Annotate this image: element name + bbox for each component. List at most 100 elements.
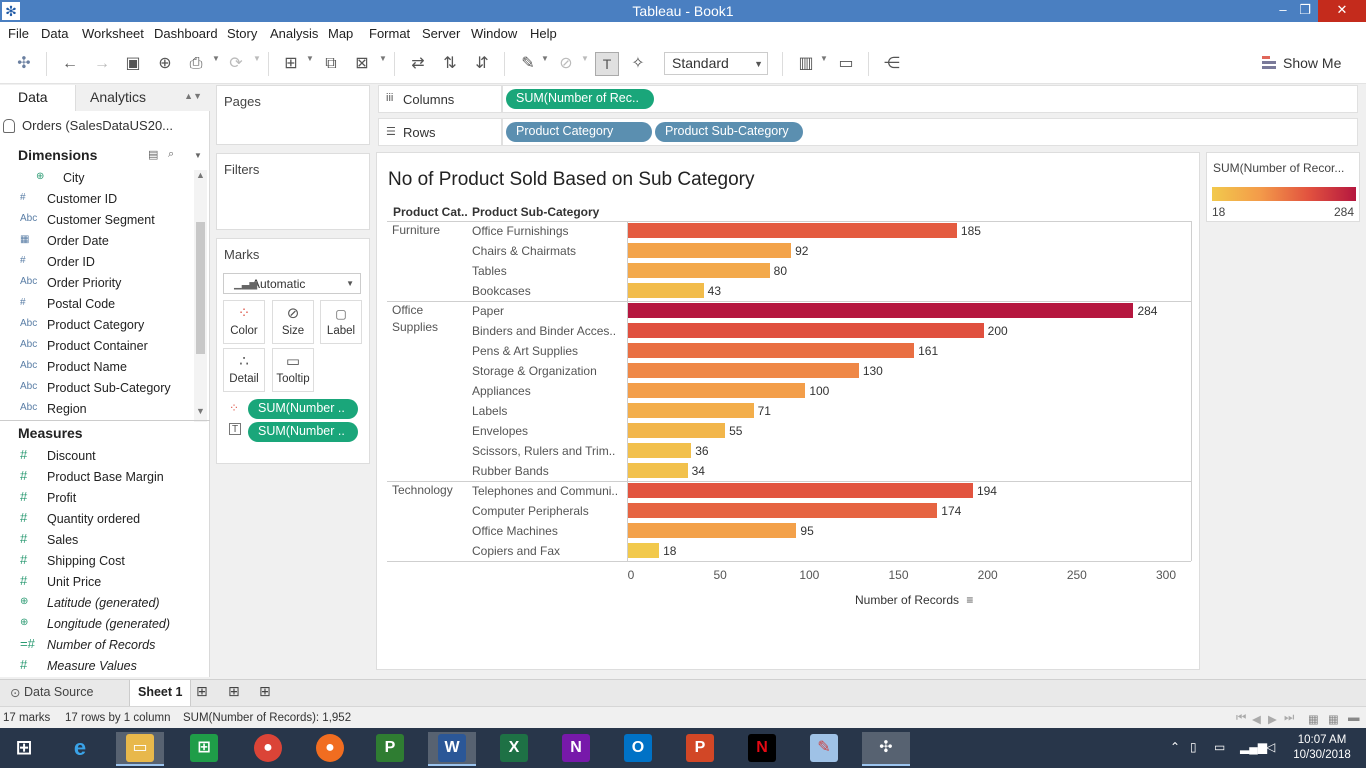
volume-icon[interactable]: ◁ xyxy=(1266,740,1275,754)
field-measure-values[interactable]: # Measure Values xyxy=(20,656,198,676)
scroll-thumb[interactable] xyxy=(196,222,205,354)
tray-device-icon[interactable]: ▯ xyxy=(1190,740,1197,754)
tableau-taskbar-icon[interactable]: ✣ xyxy=(862,732,910,766)
show-filmstrip-icon[interactable]: ▦ xyxy=(1308,712,1319,726)
field-product-sub-category[interactable]: Abc Product Sub-Category xyxy=(20,378,198,398)
first-sheet-icon[interactable]: ⏮ xyxy=(1236,712,1246,725)
subcategory-label[interactable]: Labels xyxy=(472,404,626,418)
color-pill[interactable]: SUM(Number .. xyxy=(248,399,358,419)
battery-icon[interactable]: ▭ xyxy=(1214,740,1225,754)
bar[interactable] xyxy=(627,283,704,298)
category-label[interactable]: Office Supplies xyxy=(392,302,438,336)
show-sheet-sorter-icon[interactable]: ▦ xyxy=(1328,712,1339,726)
rows-pill-category[interactable]: Product Category xyxy=(506,122,652,142)
menu-worksheet[interactable]: Worksheet xyxy=(82,26,144,41)
subcategory-label[interactable]: Appliances xyxy=(472,384,626,398)
field-longitude-generated[interactable]: ⊕ Longitude (generated) xyxy=(20,614,198,634)
field-postal-code[interactable]: # Postal Code xyxy=(20,294,198,314)
chevron-down-icon[interactable]: ▼ xyxy=(194,151,202,160)
last-sheet-icon[interactable]: ⏭ xyxy=(1284,712,1294,725)
field-product-base-margin[interactable]: # Product Base Margin xyxy=(20,467,198,487)
bar[interactable] xyxy=(627,443,692,458)
pause-updates-icon[interactable]: ⎙ xyxy=(184,52,208,76)
sort-ascending-icon[interactable]: ⇅ xyxy=(438,52,462,76)
undo-icon[interactable]: ← xyxy=(58,52,82,76)
bar[interactable] xyxy=(627,263,770,278)
field-discount[interactable]: # Discount xyxy=(20,446,198,466)
subcategory-label[interactable]: Chairs & Chairmats xyxy=(472,244,626,258)
field-product-category[interactable]: Abc Product Category xyxy=(20,315,198,335)
field-number-of-records[interactable]: =# Number of Records xyxy=(20,635,198,655)
new-data-source-icon[interactable]: ⊕ xyxy=(153,52,177,76)
chevron-down-icon[interactable]: ▼ xyxy=(253,54,261,63)
detail-button[interactable]: ∴ Detail xyxy=(223,348,265,392)
clear-sheet-icon[interactable]: ⊠ xyxy=(350,52,374,76)
field-profit[interactable]: # Profit xyxy=(20,488,198,508)
menu-analysis[interactable]: Analysis xyxy=(270,26,318,41)
field-order-priority[interactable]: Abc Order Priority xyxy=(20,273,198,293)
chevron-down-icon[interactable]: ▼ xyxy=(212,54,220,63)
chevron-down-icon[interactable]: ▼ xyxy=(306,54,314,63)
view-list-icon[interactable]: ▤ xyxy=(148,148,158,161)
subcategory-label[interactable]: Telephones and Communi.. xyxy=(472,484,626,498)
bar[interactable] xyxy=(627,463,688,478)
word-icon[interactable]: W xyxy=(428,732,476,766)
close-icon[interactable]: ✕ xyxy=(1318,0,1366,22)
bar[interactable] xyxy=(627,503,938,518)
label-pill[interactable]: SUM(Number .. xyxy=(248,422,358,442)
menu-window[interactable]: Window xyxy=(471,26,517,41)
header-product-subcategory[interactable]: Product Sub-Category xyxy=(472,205,599,219)
windows-start-icon[interactable]: ⊞ xyxy=(0,732,48,766)
chevron-down-icon[interactable]: ▼ xyxy=(541,54,549,63)
bar[interactable] xyxy=(627,423,726,438)
subcategory-label[interactable]: Paper xyxy=(472,304,626,318)
prev-sheet-icon[interactable]: ◀ xyxy=(1252,712,1261,726)
duplicate-sheet-icon[interactable]: ⧉ xyxy=(319,52,343,76)
color-legend[interactable]: SUM(Number of Recor... 18 284 xyxy=(1206,152,1360,222)
new-worksheet-icon[interactable]: ⊞ xyxy=(196,683,208,700)
internet-explorer-icon[interactable]: e xyxy=(56,732,104,766)
columns-pill[interactable]: SUM(Number of Rec.. xyxy=(506,89,654,109)
refresh-icon[interactable]: ⟳ xyxy=(224,52,248,76)
data-source-item[interactable]: Orders (SalesDataUS20... xyxy=(3,118,173,133)
subcategory-label[interactable]: Scissors, Rulers and Trim.. xyxy=(472,444,626,458)
next-sheet-icon[interactable]: ▶ xyxy=(1268,712,1277,726)
field-customer-id[interactable]: # Customer ID xyxy=(20,189,198,209)
field-product-container[interactable]: Abc Product Container xyxy=(20,336,198,356)
highlight-icon[interactable]: ✎ xyxy=(516,52,540,76)
paint-icon[interactable]: ✎ xyxy=(800,732,848,766)
bar[interactable] xyxy=(627,223,957,238)
label-button[interactable]: ▢ Label xyxy=(320,300,362,344)
menu-data[interactable]: Data xyxy=(41,26,68,41)
data-source-tab[interactable]: Data Source xyxy=(24,685,93,699)
category-label[interactable]: Technology xyxy=(392,482,453,499)
bar[interactable] xyxy=(627,403,754,418)
sort-icon[interactable]: ≡ xyxy=(966,593,973,607)
field-quantity-ordered[interactable]: # Quantity ordered xyxy=(20,509,198,529)
size-button[interactable]: ⊘ Size xyxy=(272,300,314,344)
chevron-down-icon[interactable]: ▼ xyxy=(581,54,589,63)
show-me-icon[interactable] xyxy=(1262,56,1276,70)
file-explorer-icon[interactable]: ▭ xyxy=(116,732,164,766)
menu-dashboard[interactable]: Dashboard xyxy=(154,26,218,41)
worksheet-view[interactable]: No of Product Sold Based on Sub Category… xyxy=(376,152,1200,670)
field-shipping-cost[interactable]: # Shipping Cost xyxy=(20,551,198,571)
dimension-scrollbar[interactable]: ▲ ▼ xyxy=(194,170,207,422)
onenote-icon[interactable]: N xyxy=(552,732,600,766)
menu-server[interactable]: Server xyxy=(422,26,460,41)
field-region[interactable]: Abc Region xyxy=(20,399,198,419)
field-unit-price[interactable]: # Unit Price xyxy=(20,572,198,592)
tableau-logo-icon[interactable]: ✣ xyxy=(12,52,36,76)
firefox-icon[interactable]: ● xyxy=(306,732,354,766)
bar[interactable] xyxy=(627,483,973,498)
sort-descending-icon[interactable]: ⇵ xyxy=(470,52,494,76)
field-product-name[interactable]: Abc Product Name xyxy=(20,357,198,377)
show-cards-icon[interactable]: ▥ xyxy=(794,52,818,76)
tab-analytics[interactable]: Analytics ▲▼ xyxy=(76,85,210,111)
redo-icon[interactable]: → xyxy=(90,52,114,76)
bar[interactable] xyxy=(627,363,859,378)
field-order-date[interactable]: ▦ Order Date xyxy=(20,231,198,251)
subcategory-label[interactable]: Tables xyxy=(472,264,626,278)
show-me-button[interactable]: Show Me xyxy=(1283,55,1341,71)
new-story-icon[interactable]: ⊞ xyxy=(259,683,271,700)
